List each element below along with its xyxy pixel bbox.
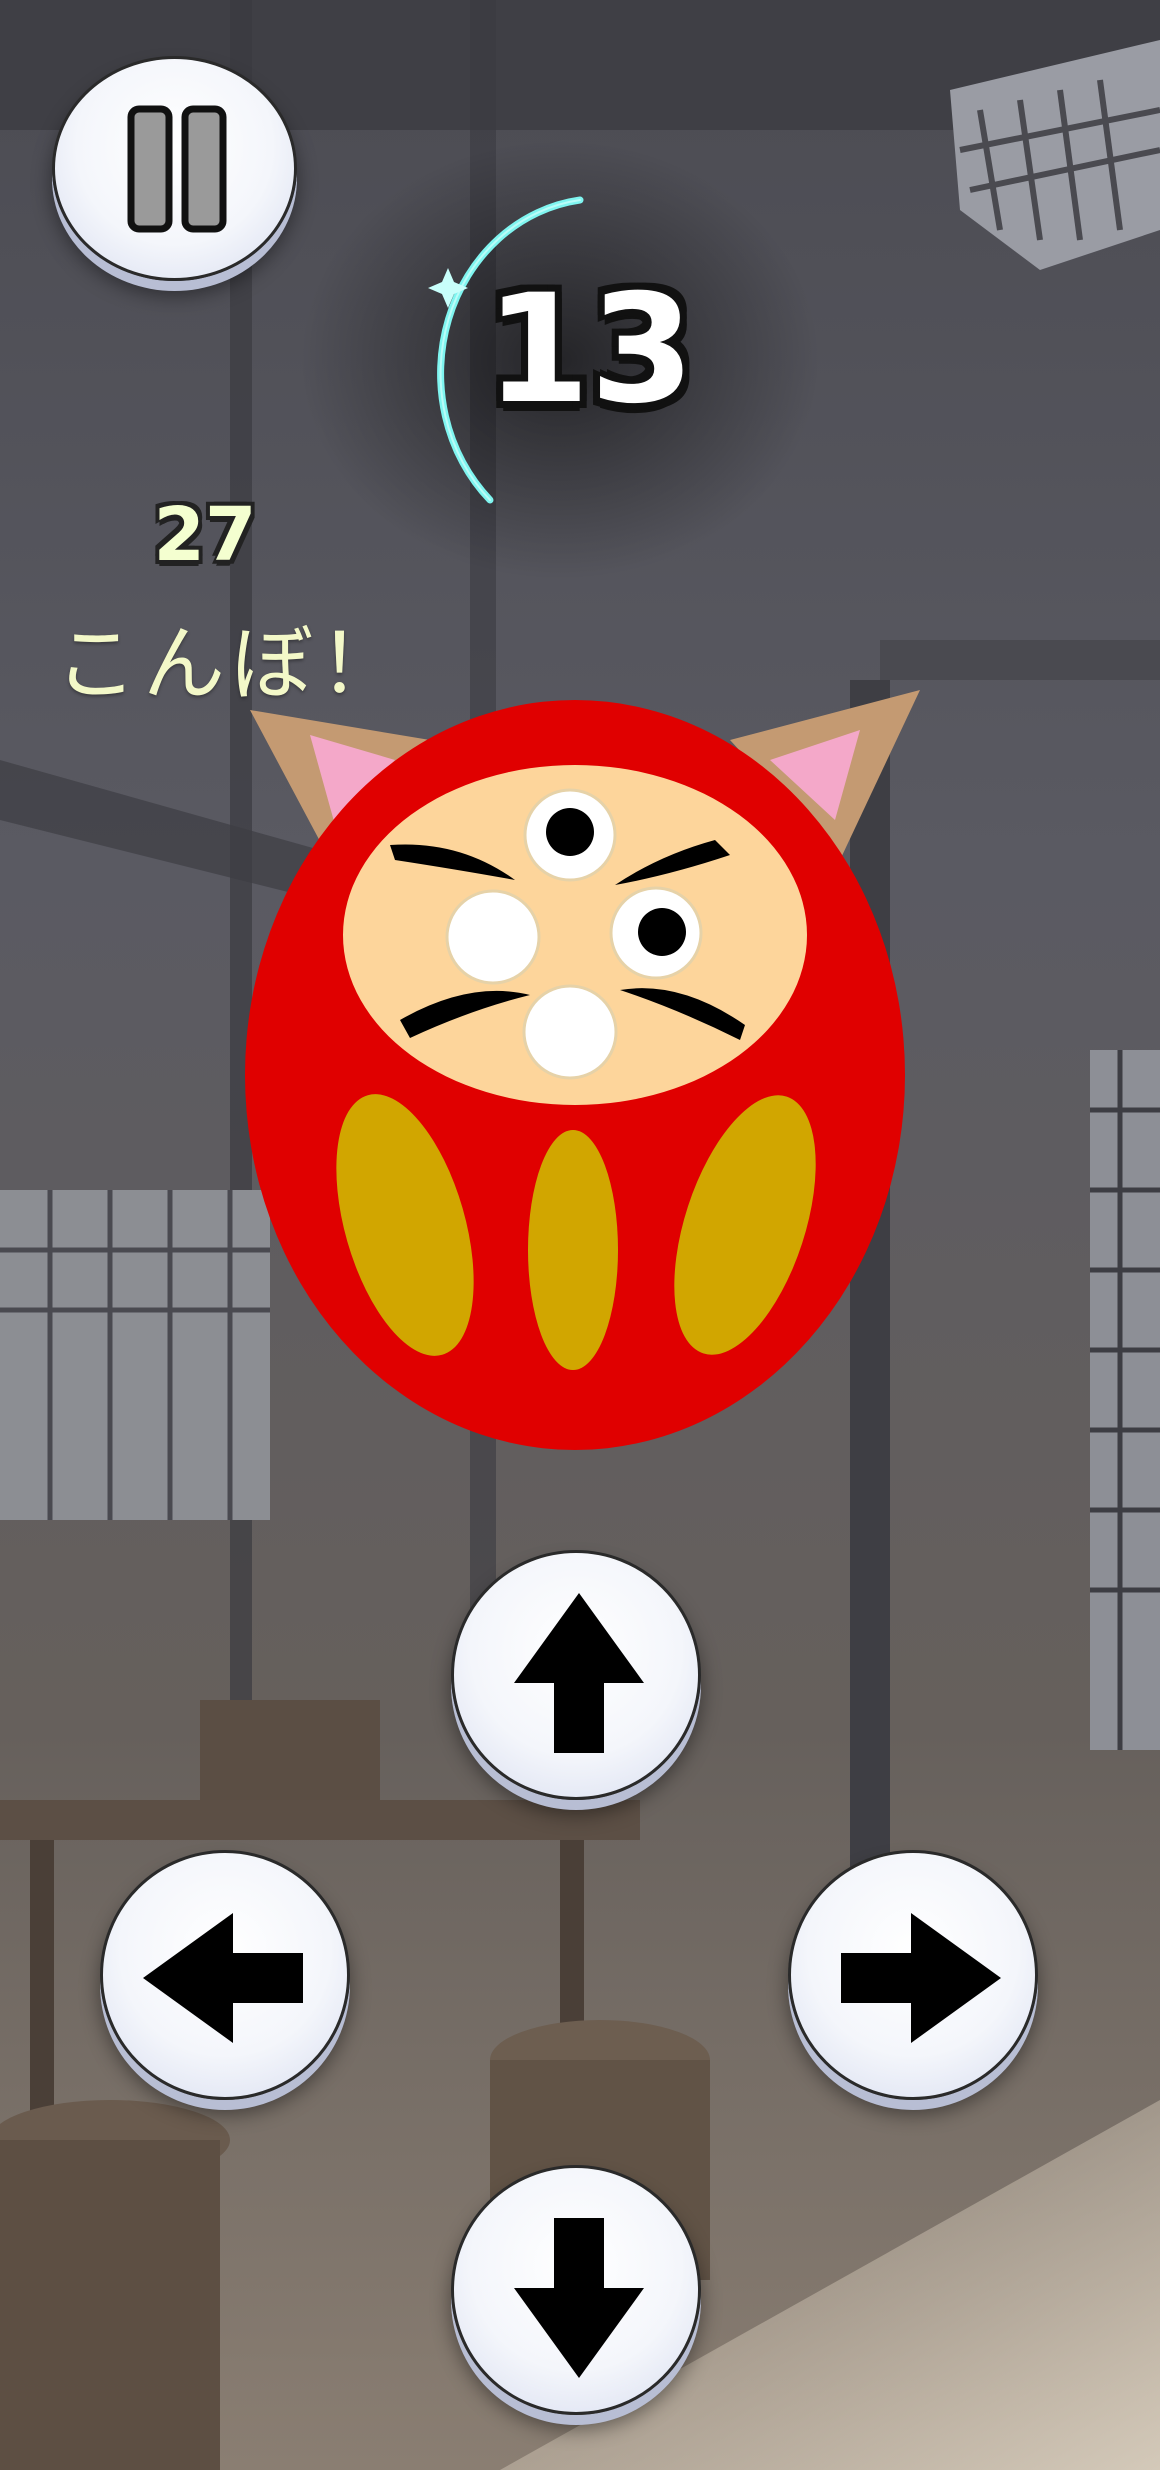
down-arrow-button[interactable] [451,2165,701,2415]
daruma-cat-character [245,690,920,1450]
arrow-up-icon [514,1593,644,1753]
right-arrow-button[interactable] [788,1850,1038,2100]
combo-count: 27 [153,492,257,578]
pause-button[interactable] [52,56,297,281]
arrow-down-icon [514,2218,644,2378]
up-arrow-button[interactable] [451,1550,701,1800]
score-counter: 13 [485,263,695,437]
arrow-left-icon [143,1913,303,2043]
arrow-right-icon [841,1913,1001,2043]
game-scene: 13 27 こんぼ！ [0,0,1160,2470]
left-arrow-button[interactable] [100,1850,350,2100]
pause-icon [127,105,227,233]
